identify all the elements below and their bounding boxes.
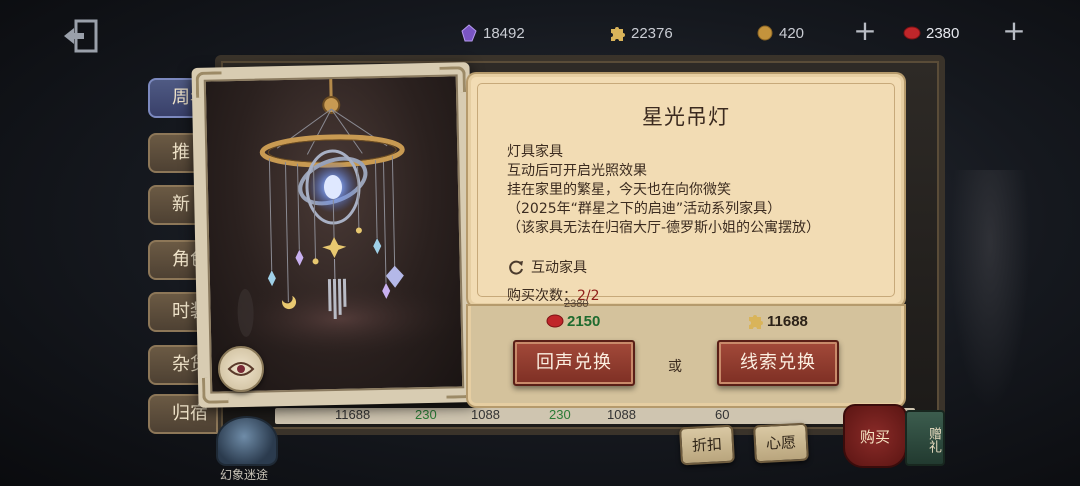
- preview-eye-button[interactable]: [218, 346, 264, 392]
- description-line: （该家具无法在归宿大厅-德罗斯小姐的公寓摆放）: [507, 220, 821, 236]
- strip-price: 230: [415, 408, 437, 422]
- echo-coin-icon: [546, 314, 564, 328]
- currency-clues: 22376: [608, 20, 673, 46]
- clue-redeem-button[interactable]: 线索兑换: [717, 340, 839, 386]
- add-sticks-button[interactable]: +: [851, 17, 879, 46]
- clues-amount: 22376: [631, 24, 673, 42]
- crystal-icon: [461, 24, 477, 42]
- description-line: 互动后可开启光照效果: [507, 163, 647, 179]
- exit-button[interactable]: [58, 14, 102, 58]
- wish-button[interactable]: 心愿: [753, 422, 809, 464]
- globe-label: 幻象迷途: [220, 468, 269, 482]
- strip-price: 230: [549, 408, 571, 422]
- strip-price: 11688: [335, 408, 371, 422]
- add-echoes-button[interactable]: +: [1000, 17, 1028, 46]
- echo-price: 2150: [546, 312, 600, 330]
- description-line: （2025年“群星之下的启迪”活动系列家具）: [507, 201, 782, 217]
- exit-door-icon: [64, 19, 98, 53]
- strip-price: 1088: [607, 408, 636, 422]
- description-line: 挂在家里的繁星，今天也在向你微笑: [507, 182, 731, 198]
- puzzle-icon: [749, 315, 763, 329]
- discount-button[interactable]: 折扣: [679, 424, 735, 466]
- currency-sticks: 420: [756, 20, 804, 46]
- strip-price: 1088: [471, 408, 500, 422]
- sticks-amount: 420: [779, 24, 805, 42]
- gift-button[interactable]: 赠礼: [905, 410, 945, 466]
- description-line: 灯具家具: [507, 144, 563, 160]
- clue-price-value: 11688: [767, 312, 808, 330]
- echoes-amount: 2380: [926, 24, 960, 42]
- snow-globe-icon[interactable]: [216, 416, 278, 466]
- tag-label: 互动家具: [531, 260, 587, 276]
- item-title: 星光吊灯: [642, 105, 730, 129]
- token-icon: [757, 25, 773, 41]
- or-label: 或: [668, 359, 682, 375]
- shop-row-strip: 11688 230 1088 230 1088 60: [275, 408, 915, 424]
- background-character: [950, 170, 1030, 410]
- echo-coin-icon: [903, 26, 921, 40]
- strip-price: 60: [715, 408, 730, 422]
- original-echo-price: 2380: [564, 298, 589, 310]
- currency-fragments: 18492: [460, 20, 525, 46]
- item-description: 灯具家具 互动后可开启光照效果 挂在家里的繁星，今天也在向你微笑 （2025年“…: [507, 143, 897, 238]
- clue-price: 11688: [746, 312, 808, 330]
- echo-price-value: 2150: [567, 312, 601, 330]
- buy-button[interactable]: 购买: [843, 404, 907, 468]
- interactive-tag: 互动家具: [507, 257, 587, 277]
- card-corner-ornament: [195, 71, 223, 98]
- eye-icon: [227, 362, 255, 376]
- refresh-icon: [509, 260, 523, 275]
- puzzle-icon: [611, 27, 625, 41]
- currency-echoes: 2380: [903, 20, 959, 46]
- item-detail-panel: 星光吊灯 灯具家具 互动后可开启光照效果 挂在家里的繁星，今天也在向你微笑 （2…: [468, 74, 904, 306]
- fragments-amount: 18492: [483, 24, 525, 42]
- echo-redeem-button[interactable]: 回声兑换: [513, 340, 635, 386]
- card-corner-ornament: [439, 66, 467, 93]
